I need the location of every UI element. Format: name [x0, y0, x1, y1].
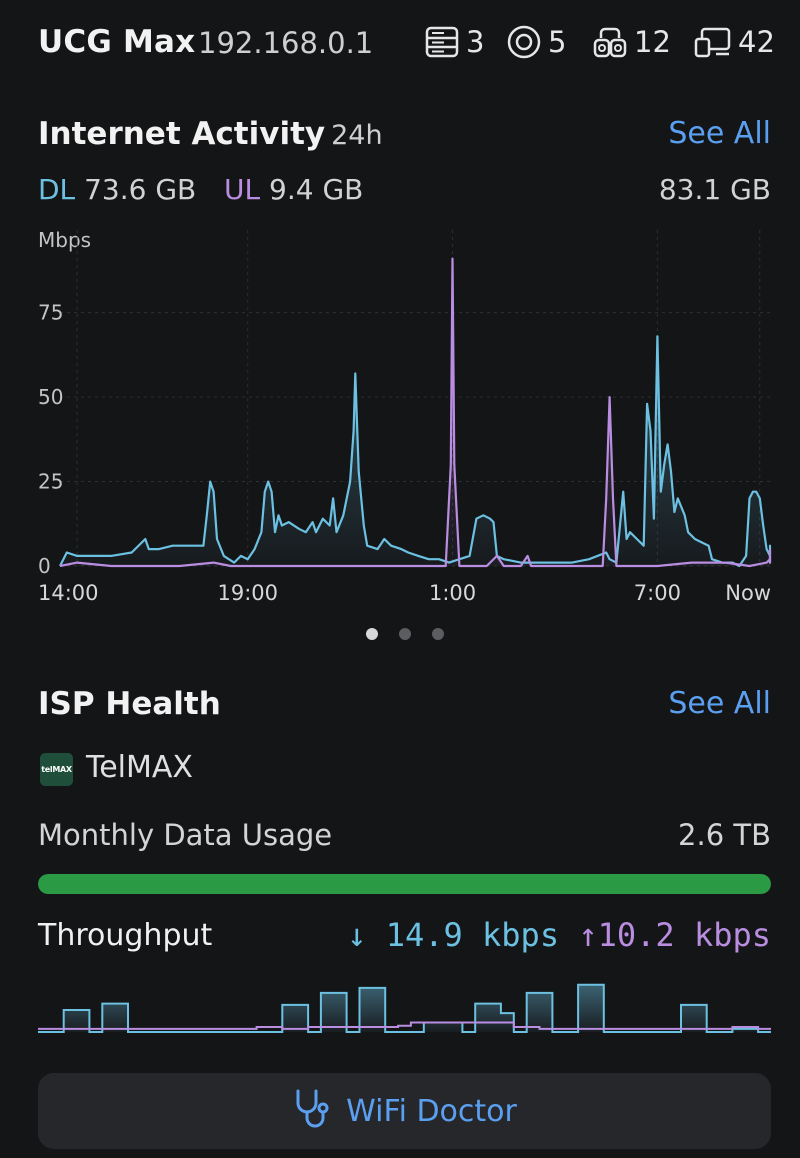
access-point-count: 5	[548, 25, 567, 59]
network-device-stat[interactable]: 3	[424, 24, 484, 60]
x-tick-label: 1:00	[429, 581, 476, 605]
download-arrow-icon: ↓	[347, 916, 367, 954]
stethoscope-icon	[292, 1087, 332, 1135]
upload-arrow-icon: ↑	[578, 916, 598, 954]
ul-label: UL	[224, 173, 261, 206]
usage-summary: DL 73.6 GB UL 9.4 GB	[38, 173, 363, 206]
wifi-doctor-button[interactable]: WiFi Doctor	[38, 1073, 771, 1149]
monthly-usage-bar	[38, 874, 771, 894]
device-ip: 192.168.0.1	[198, 26, 374, 60]
x-tick-label: 7:00	[634, 581, 681, 605]
ul-value: 9.4 GB	[269, 173, 364, 206]
access-point-icon	[506, 24, 542, 60]
x-tick-label: 14:00	[38, 581, 99, 605]
internet-activity-see-all[interactable]: See All	[668, 116, 771, 151]
internet-activity-title: Internet Activity 24h	[38, 116, 383, 152]
page-dot[interactable]	[366, 628, 378, 640]
wifi-doctor-label: WiFi Doctor	[346, 1093, 517, 1129]
dl-label: DL	[38, 173, 76, 206]
y-ticks: 0 25 50 75	[38, 301, 63, 578]
chart-series	[59, 257, 772, 568]
wired-clients-count: 12	[634, 25, 671, 59]
y-axis-label: Mbps	[38, 228, 91, 252]
isp-health-see-all[interactable]: See All	[668, 686, 771, 721]
isp-name: TelMAX	[86, 750, 193, 785]
isp-logo-text: telMAX	[41, 765, 72, 774]
throughput-up-line	[38, 1021, 771, 1030]
y-tick-label: 75	[38, 301, 63, 325]
page-dot[interactable]	[399, 628, 411, 640]
monthly-usage-fill	[38, 874, 771, 894]
isp-health-title: ISP Health	[38, 686, 221, 722]
monthly-usage-label: Monthly Data Usage	[38, 818, 333, 852]
page-indicator[interactable]	[366, 628, 444, 640]
x-ticks: 14:00 19:00 1:00 7:00 Now	[38, 581, 771, 605]
internet-activity-label: Internet Activity	[38, 116, 326, 152]
throughput-series	[38, 983, 771, 1033]
total-usage: 83.1 GB	[658, 173, 771, 206]
access-point-stat[interactable]: 5	[506, 24, 566, 60]
wired-clients-stat[interactable]: 12	[592, 24, 671, 60]
throughput-values: ↓ 14.9 kbps ↑10.2 kbps	[347, 916, 771, 954]
network-device-count: 3	[466, 25, 485, 59]
x-tick-label: Now	[725, 581, 771, 605]
upload-rate: 10.2 kbps	[597, 916, 771, 954]
period-label: 24h	[331, 120, 383, 151]
throughput-label: Throughput	[38, 918, 213, 953]
internet-activity-chart[interactable]: Mbps 0 25 50 75 14:00 19:00 1:00 7:00 Now	[0, 220, 800, 610]
throughput-chart	[38, 983, 771, 1033]
device-name[interactable]: UCG Max	[38, 24, 195, 60]
wired-clients-icon	[592, 24, 628, 60]
wireless-clients-count: 42	[738, 25, 775, 59]
series-area-dl	[60, 336, 770, 566]
isp-logo: telMAX	[40, 753, 73, 786]
monthly-usage-value: 2.6 TB	[678, 818, 771, 852]
dl-value: 73.6 GB	[84, 173, 197, 206]
y-tick-label: 50	[38, 385, 63, 409]
network-device-icon	[424, 24, 460, 60]
x-tick-label: 19:00	[217, 581, 278, 605]
wireless-clients-stat[interactable]: 42	[694, 24, 775, 60]
page-dot[interactable]	[432, 628, 444, 640]
wireless-clients-icon	[694, 24, 732, 60]
y-tick-label: 25	[38, 470, 63, 494]
y-tick-label: 0	[38, 554, 51, 578]
download-rate: 14.9 kbps	[385, 916, 560, 954]
